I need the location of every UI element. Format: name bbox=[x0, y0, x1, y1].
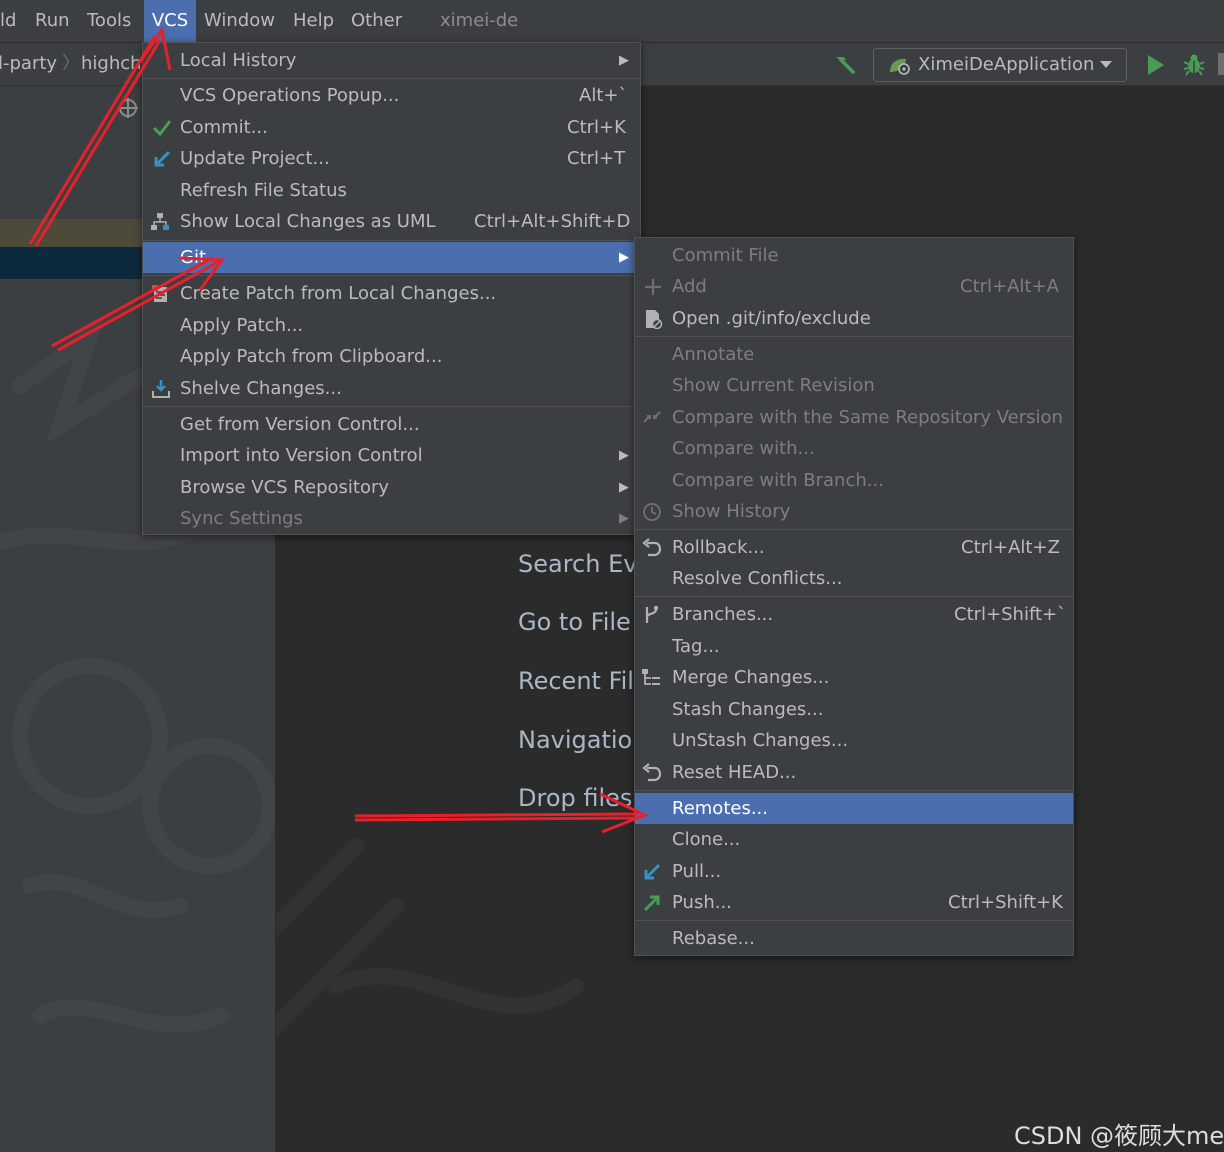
menu-build[interactable]: ld bbox=[0, 0, 20, 42]
file-exclude-icon bbox=[646, 310, 663, 329]
run-icon[interactable] bbox=[1146, 54, 1166, 76]
menu-item-add: Add Ctrl+Alt+A bbox=[635, 271, 1073, 302]
menu-item-commit[interactable]: Commit... Ctrl+K bbox=[143, 112, 640, 143]
menu-separator bbox=[635, 529, 1073, 530]
menu-item-push[interactable]: Push... Ctrl+Shift+K bbox=[635, 887, 1073, 918]
hint-drop-files: Drop files bbox=[518, 784, 633, 812]
branch-icon bbox=[645, 605, 659, 623]
menu-window[interactable]: Window bbox=[200, 0, 279, 42]
push-icon bbox=[643, 895, 660, 912]
hint-go-to-file: Go to File bbox=[518, 608, 631, 636]
watermark: CSDN @筱顾大men bbox=[1014, 1122, 1224, 1150]
menu-item-browse-vcs-repository[interactable]: Browse VCS Repository ▶ bbox=[143, 472, 640, 503]
menu-item-compare-with: Compare with... bbox=[672, 438, 815, 459]
menu-item-reset-head[interactable]: Reset HEAD... bbox=[635, 757, 1073, 788]
menu-separator bbox=[143, 275, 640, 276]
menu-item-commit-file: Commit File bbox=[672, 245, 779, 266]
menu-item-show-local-changes-uml[interactable]: Show Local Changes as UML Ctrl+Alt+Shift… bbox=[143, 206, 640, 237]
spring-app-icon bbox=[890, 58, 910, 75]
patch-icon bbox=[152, 285, 167, 302]
chevron-down-icon bbox=[1100, 61, 1112, 68]
menu-run[interactable]: Run bbox=[31, 0, 74, 42]
git-submenu: Commit File Add Ctrl+Alt+A Open .git/inf… bbox=[634, 237, 1074, 956]
menu-item-refresh-file-status[interactable]: Refresh File Status bbox=[143, 175, 640, 206]
menu-item-rebase[interactable]: Rebase... bbox=[635, 923, 1073, 954]
uml-icon bbox=[151, 213, 169, 230]
menu-item-open-git-exclude[interactable]: Open .git/info/exclude bbox=[635, 303, 1073, 334]
update-arrow-icon bbox=[154, 150, 171, 167]
menu-item-unstash-changes[interactable]: UnStash Changes... bbox=[635, 725, 1073, 756]
hint-recent-files: Recent File bbox=[518, 667, 649, 695]
menu-other[interactable]: Other bbox=[347, 0, 406, 42]
debug-bug-icon[interactable] bbox=[1182, 52, 1206, 76]
menu-separator bbox=[143, 406, 640, 407]
menu-item-tag[interactable]: Tag... bbox=[635, 631, 1073, 662]
menu-item-branches[interactable]: Branches... Ctrl+Shift+` bbox=[635, 599, 1073, 630]
merge-icon bbox=[642, 669, 660, 685]
menu-item-show-history: Show History bbox=[635, 496, 1073, 527]
shelve-icon bbox=[152, 380, 170, 398]
menu-item-apply-patch-clipboard[interactable]: Apply Patch from Clipboard... bbox=[143, 341, 640, 372]
submenu-arrow-icon: ▶ bbox=[619, 53, 629, 68]
breadcrumb-item[interactable]: l-party bbox=[0, 43, 57, 85]
menu-item-merge-changes[interactable]: Merge Changes... bbox=[635, 662, 1073, 693]
menu-item-rollback[interactable]: Rollback... Ctrl+Alt+Z bbox=[635, 532, 1073, 563]
submenu-arrow-icon: ▶ bbox=[619, 511, 629, 526]
menu-tools[interactable]: Tools bbox=[83, 0, 135, 42]
build-hammer-icon[interactable] bbox=[833, 52, 857, 76]
menu-vcs[interactable]: VCS bbox=[144, 0, 196, 42]
menu-item-update-project[interactable]: Update Project... Ctrl+T bbox=[143, 143, 640, 174]
menu-item-import-into-vcs[interactable]: Import into Version Control ▶ bbox=[143, 440, 640, 471]
menu-item-pull[interactable]: Pull... bbox=[635, 856, 1073, 887]
menu-separator bbox=[143, 78, 640, 79]
menu-item-sync-settings: Sync Settings ▶ bbox=[143, 503, 640, 534]
submenu-arrow-icon: ▶ bbox=[619, 250, 629, 265]
hint-navigation-bar: Navigation bbox=[518, 726, 648, 754]
locate-target-icon[interactable] bbox=[116, 96, 140, 120]
menu-item-create-patch[interactable]: Create Patch from Local Changes... bbox=[143, 278, 640, 309]
rollback-icon bbox=[642, 538, 662, 557]
menu-item-apply-patch[interactable]: Apply Patch... bbox=[143, 310, 640, 341]
menu-separator bbox=[635, 596, 1073, 597]
menu-separator bbox=[143, 240, 640, 241]
run-configuration-name: XimeiDeApplication bbox=[918, 54, 1095, 75]
menu-item-get-from-vcs[interactable]: Get from Version Control... bbox=[143, 409, 640, 440]
menu-item-resolve-conflicts[interactable]: Resolve Conflicts... bbox=[635, 563, 1073, 594]
clock-icon bbox=[643, 503, 661, 521]
plus-icon bbox=[645, 279, 661, 295]
compare-icon bbox=[643, 411, 661, 423]
menu-item-shelve-changes[interactable]: Shelve Changes... bbox=[143, 373, 640, 404]
menu-item-annotate: Annotate bbox=[672, 344, 755, 365]
menu-separator bbox=[635, 920, 1073, 921]
toolbar-overflow[interactable] bbox=[1218, 53, 1224, 75]
menu-item-clone[interactable]: Clone... bbox=[635, 824, 1073, 855]
menu-item-local-history[interactable]: Local History ▶ bbox=[143, 45, 640, 76]
submenu-arrow-icon: ▶ bbox=[619, 480, 629, 495]
breadcrumb-separator-icon: 〉 bbox=[62, 53, 80, 74]
menu-item-git[interactable]: Git ▶ bbox=[143, 242, 640, 273]
menu-separator bbox=[635, 336, 1073, 337]
menu-item-remotes[interactable]: Remotes... bbox=[635, 793, 1073, 824]
menu-item-compare-same-repo: Compare with the Same Repository Version bbox=[635, 402, 1073, 433]
menu-item-compare-with-branch: Compare with Branch... bbox=[672, 470, 884, 491]
run-configuration-selector[interactable]: XimeiDeApplication bbox=[873, 48, 1127, 82]
project-title: ximei-de bbox=[440, 10, 519, 31]
breadcrumb-item[interactable]: highch bbox=[81, 43, 142, 85]
menu-help[interactable]: Help bbox=[289, 0, 338, 42]
menu-item-vcs-operations-popup[interactable]: VCS Operations Popup... Alt+` bbox=[143, 80, 640, 111]
check-icon bbox=[152, 120, 172, 137]
menu-item-show-current-revision: Show Current Revision bbox=[672, 375, 875, 396]
menu-bar: ld Run Tools VCS Window Help Other ximei… bbox=[0, 0, 1224, 43]
menu-separator bbox=[635, 790, 1073, 791]
reset-icon bbox=[642, 763, 662, 782]
vcs-menu: Local History ▶ VCS Operations Popup... … bbox=[142, 42, 641, 535]
menu-item-stash-changes[interactable]: Stash Changes... bbox=[635, 694, 1073, 725]
submenu-arrow-icon: ▶ bbox=[619, 448, 629, 463]
hint-search-everywhere: Search Eve bbox=[518, 550, 653, 578]
pull-icon bbox=[644, 863, 661, 880]
